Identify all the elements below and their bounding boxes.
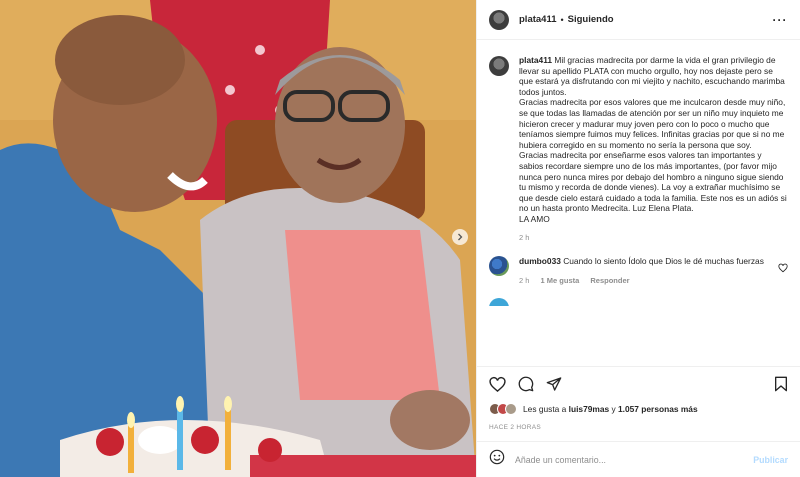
likes-summary[interactable]: Les gusta a luis79mas y 1.057 personas m…: [489, 403, 788, 415]
comment-likes[interactable]: 1 Me gusta: [541, 276, 580, 285]
avatar[interactable]: [489, 255, 509, 276]
bookmark-icon[interactable]: [774, 376, 788, 392]
post-caption: plata411 Mil gracias madrecita por darme…: [489, 55, 788, 242]
send-icon[interactable]: [546, 376, 562, 392]
avatar[interactable]: [489, 9, 509, 30]
caption-time: 2 h: [519, 232, 530, 242]
chevron-right-icon: [458, 233, 463, 241]
avatar[interactable]: [489, 56, 509, 76]
photo-illustration: [0, 0, 476, 477]
post-photo[interactable]: [0, 0, 476, 477]
add-comment-bar: Publicar: [477, 441, 800, 477]
post-panel: plata411 • Siguiendo ··· plata411 Mil gr…: [476, 0, 800, 477]
likes-others[interactable]: 1.057 personas más: [618, 404, 698, 414]
reply-button[interactable]: Responder: [590, 276, 629, 285]
likes-user[interactable]: luis79mas: [569, 404, 610, 414]
emoji-icon[interactable]: [489, 449, 505, 470]
caption-username[interactable]: plata411: [519, 55, 552, 65]
comment-icon[interactable]: [518, 376, 534, 392]
post-time-ago: HACE 2 HORAS: [489, 424, 542, 431]
caption-content: Mil gracias madrecita por darme la vida …: [519, 55, 787, 224]
comment-text: _ _ _ _ _ _ _ _ _ _ _ _ _ _ _ _ _: [519, 297, 636, 306]
next-photo-button[interactable]: [452, 229, 468, 245]
liker-avatars: [489, 403, 523, 415]
comment-input[interactable]: [515, 454, 754, 465]
comment-time: 2 h: [519, 275, 530, 285]
post-actions: Les gusta a luis79mas y 1.057 personas m…: [477, 366, 800, 431]
caption-text: plata411 Mil gracias madrecita por darme…: [519, 55, 788, 225]
avatar: [505, 403, 517, 415]
comments-list[interactable]: plata411 Mil gracias madrecita por darme…: [477, 41, 800, 365]
comment-username[interactable]: dumbo033: [519, 256, 561, 266]
post-header: plata411 • Siguiendo ···: [477, 0, 800, 40]
likes-prefix: Les gusta a: [523, 404, 567, 414]
action-icons: [489, 375, 788, 393]
separator-dot: •: [560, 14, 564, 25]
comment-item: dumbo033 Cuando lo siento Ídolo que Dios…: [489, 255, 788, 286]
comment-item: _ _ _ _ _ _ _ _ _ _ _ _ _ _ _ _ _: [489, 297, 788, 306]
heart-icon[interactable]: [489, 376, 506, 392]
publish-button[interactable]: Publicar: [753, 455, 788, 465]
avatar[interactable]: [489, 297, 509, 306]
follow-status-button[interactable]: Siguiendo: [568, 14, 614, 25]
post-username[interactable]: plata411: [519, 14, 557, 25]
comment-text: Cuando lo siento Ídolo que Dios le dé mu…: [563, 255, 764, 266]
comment-heart-icon[interactable]: [778, 260, 788, 286]
likes-middle: y: [611, 404, 616, 414]
more-options-icon[interactable]: ···: [772, 13, 788, 27]
